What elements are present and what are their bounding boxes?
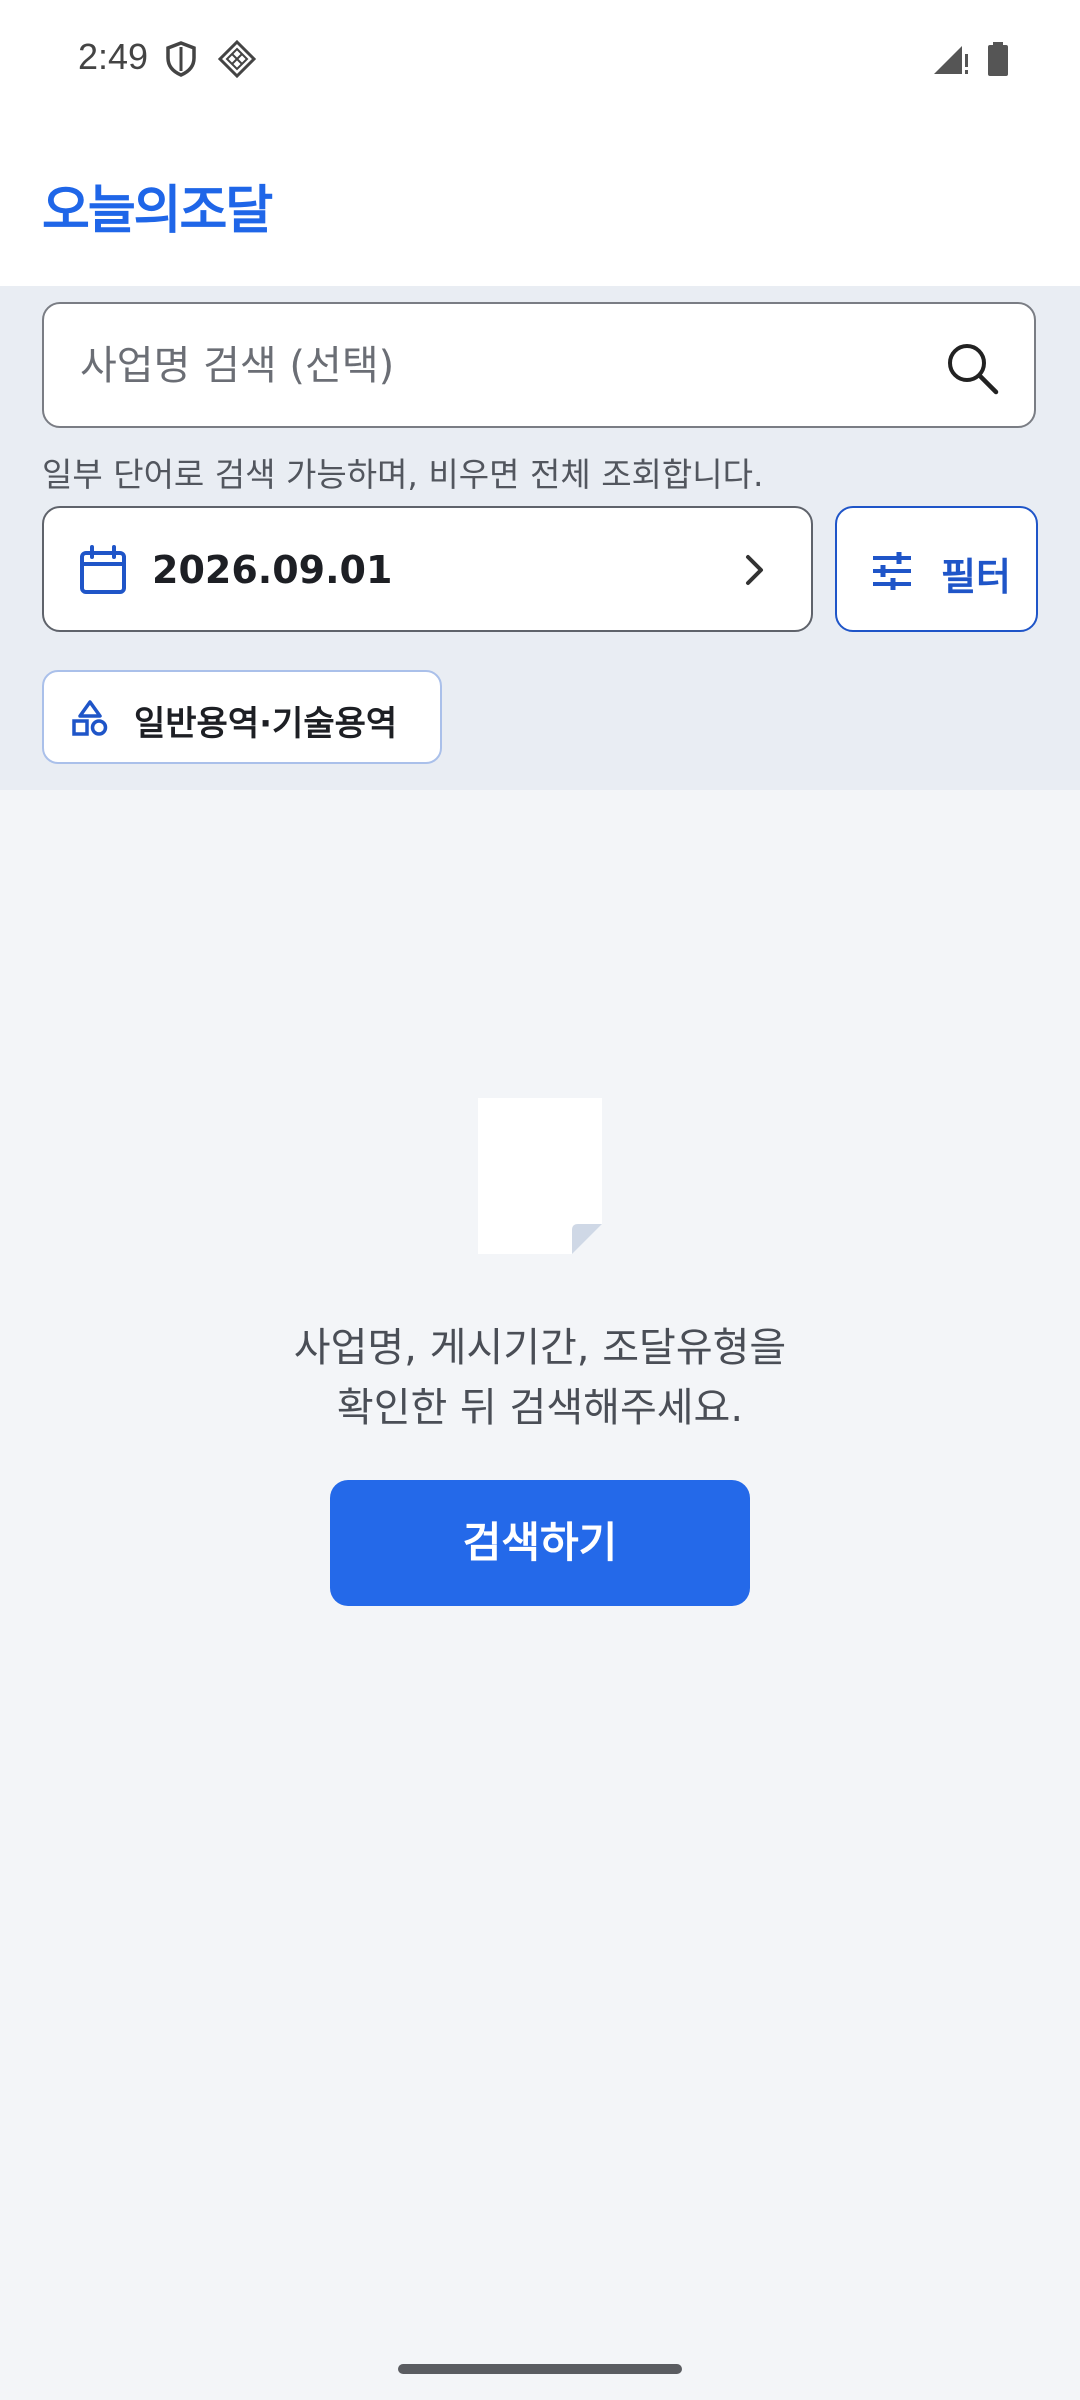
- search-box[interactable]: [42, 302, 1036, 428]
- diamond-grid-icon: [218, 40, 256, 78]
- search-icon[interactable]: [944, 340, 1000, 396]
- shapes-icon: [72, 700, 108, 736]
- procurement-type-chip[interactable]: 일반용역·기술용역: [42, 670, 442, 764]
- search-section: 일부 단어로 검색 가능하며, 비우면 전체 조회합니다. 2026.09.01…: [0, 286, 1080, 790]
- battery-icon: [988, 42, 1008, 76]
- filter-button-label: 필터: [941, 555, 1011, 599]
- home-indicator[interactable]: [398, 2364, 682, 2374]
- search-input[interactable]: [78, 304, 942, 428]
- empty-document-icon: [478, 1098, 602, 1254]
- search-helper-text: 일부 단어로 검색 가능하며, 비우면 전체 조회합니다.: [42, 455, 764, 494]
- search-button[interactable]: 검색하기: [330, 1480, 750, 1606]
- empty-state-message: 사업명, 게시기간, 조달유형을 확인한 뒤 검색해주세요.: [0, 1318, 1080, 1438]
- calendar-icon: [80, 545, 126, 594]
- status-bar: 2:49: [0, 0, 1080, 118]
- sliders-icon: [873, 552, 911, 590]
- app-title: 오늘의조달: [42, 181, 273, 241]
- date-picker[interactable]: 2026.09.01: [42, 506, 813, 632]
- chevron-right-icon: [746, 555, 763, 585]
- status-time: 2:49: [78, 36, 149, 77]
- empty-state-line-2: 확인한 뒤 검색해주세요.: [336, 1385, 744, 1431]
- signal-icon: [934, 46, 968, 74]
- filter-button[interactable]: 필터: [835, 506, 1038, 632]
- app-header: 오늘의조달: [0, 118, 1080, 286]
- empty-state-line-1: 사업명, 게시기간, 조달유형을: [293, 1325, 787, 1371]
- chip-label: 일반용역·기술용역: [134, 704, 398, 744]
- date-value: 2026.09.01: [152, 548, 393, 592]
- shield-icon: [166, 41, 196, 77]
